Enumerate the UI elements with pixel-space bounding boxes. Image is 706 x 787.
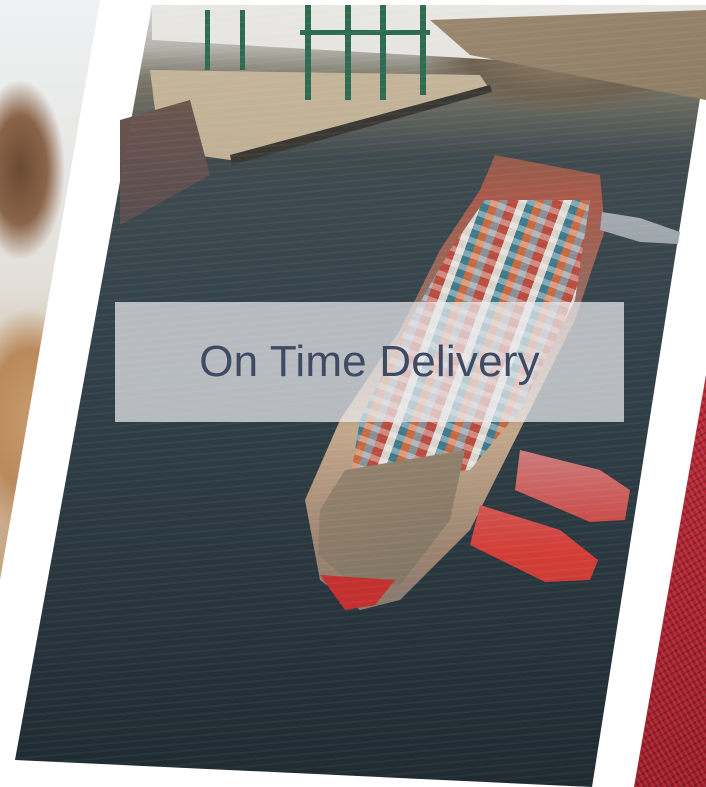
caption-band: On Time Delivery xyxy=(115,302,624,422)
caption-title: On Time Delivery xyxy=(199,337,540,386)
slide: On Time Delivery xyxy=(0,0,706,787)
